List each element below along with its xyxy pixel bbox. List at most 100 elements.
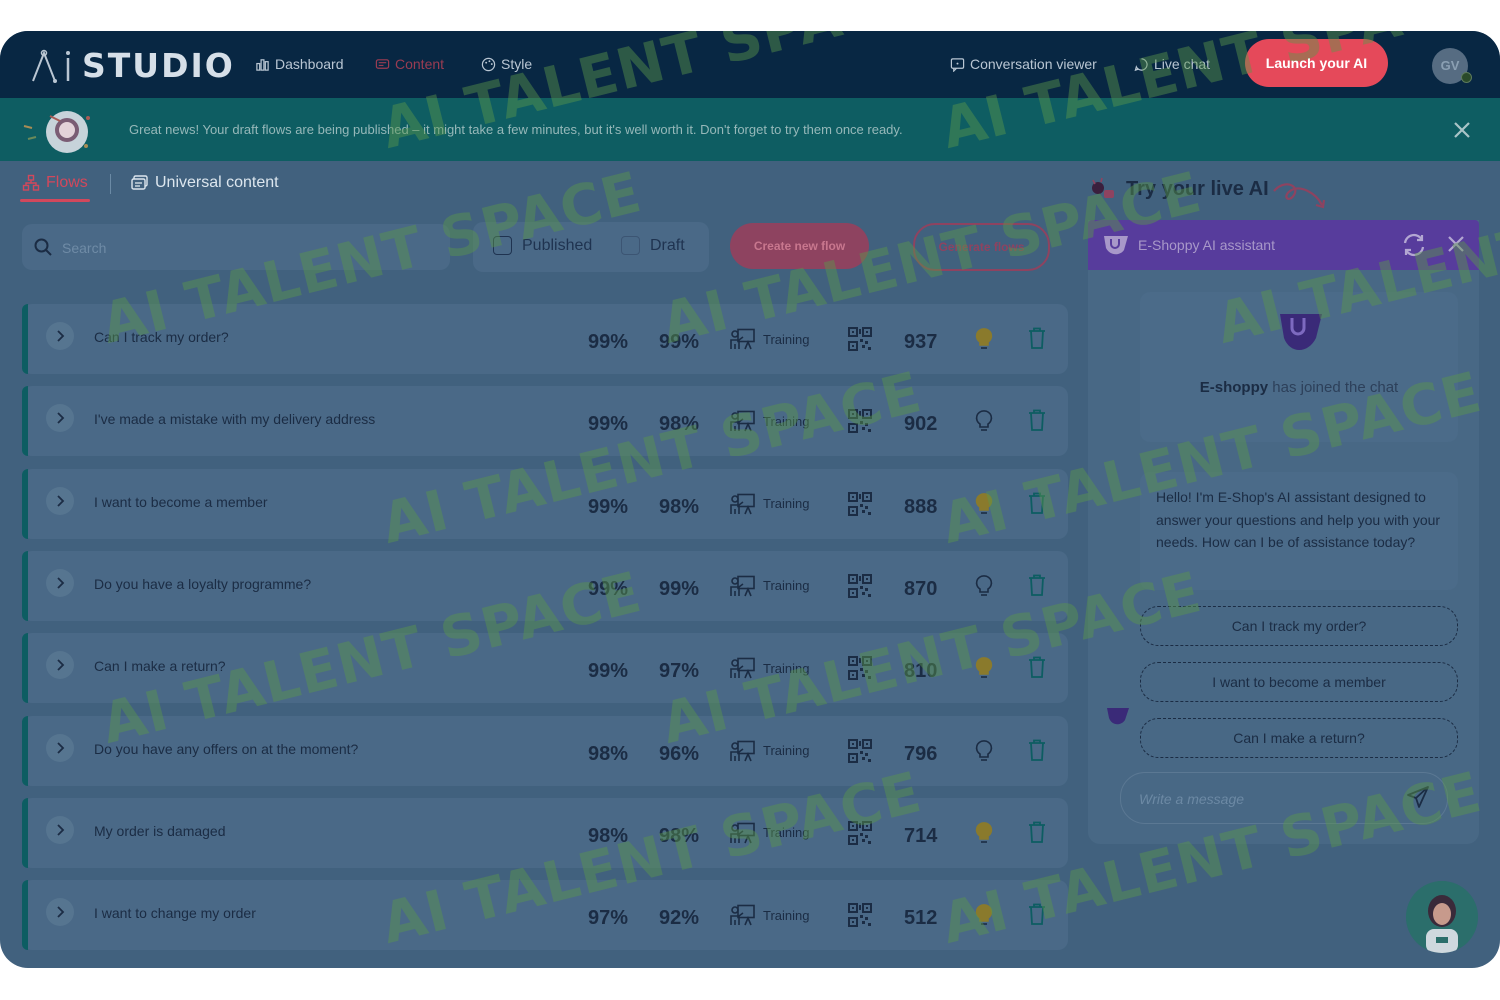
lightbulb-icon[interactable]	[975, 327, 993, 351]
flow-question[interactable]: Can I make a return?	[94, 658, 226, 674]
flow-row[interactable]: I've made a mistake with my delivery add…	[22, 386, 1068, 457]
flow-question[interactable]: I've made a mistake with my delivery add…	[94, 411, 375, 427]
trash-icon[interactable]	[1028, 739, 1046, 761]
flow-row-accent	[22, 715, 28, 786]
flow-question[interactable]: I want to change my order	[94, 905, 256, 921]
trash-icon[interactable]	[1028, 656, 1046, 679]
trash-icon[interactable]	[1028, 821, 1046, 843]
suggestion-chip[interactable]: I want to become a member	[1140, 662, 1458, 702]
qr-code-icon[interactable]	[848, 738, 872, 763]
flow-question[interactable]: Do you have any offers on at the moment?	[94, 741, 358, 757]
training-label: Training	[763, 743, 810, 758]
training-status[interactable]: Training	[730, 575, 809, 597]
chevron-right-icon	[57, 577, 65, 589]
flow-row[interactable]: Do you have any offers on at the moment?…	[22, 715, 1068, 786]
training-status[interactable]: Training	[730, 657, 809, 679]
lightbulb-icon[interactable]	[975, 409, 993, 433]
launch-ai-button[interactable]: Launch your AI	[1245, 39, 1388, 87]
lightbulb-icon[interactable]	[975, 821, 993, 845]
published-checkbox[interactable]: Published	[493, 236, 592, 255]
dashboard-icon	[256, 58, 269, 71]
qr-code-icon[interactable]	[848, 903, 872, 928]
qr-code-icon[interactable]	[848, 327, 872, 351]
qr-code-icon[interactable]	[848, 409, 872, 434]
expand-button[interactable]	[46, 651, 74, 680]
lightbulb-icon[interactable]	[975, 492, 993, 516]
draft-checkbox[interactable]: Draft	[621, 236, 685, 255]
published-checkbox-box[interactable]	[493, 236, 512, 255]
lightbulb-icon[interactable]	[975, 903, 993, 927]
flow-row[interactable]: Can I track my order? 99% 99% Training 9…	[22, 304, 1068, 374]
training-status[interactable]: Training	[730, 410, 809, 432]
trash-icon[interactable]	[1028, 492, 1046, 514]
qr-code-icon[interactable]	[848, 820, 872, 845]
nav-live-chat-label: Live chat	[1154, 56, 1211, 72]
trash-icon[interactable]	[1028, 903, 1046, 925]
join-notice: E-shoppy has joined the chat	[1140, 292, 1458, 442]
expand-button[interactable]	[46, 322, 74, 350]
training-status[interactable]: Training	[730, 740, 809, 762]
refresh-icon[interactable]	[1401, 232, 1427, 258]
chat-widget: E-Shoppy AI assistant E-shoppy has joine…	[1088, 220, 1479, 844]
assistant-launcher-avatar[interactable]	[1406, 881, 1478, 953]
lightbulb-icon[interactable]	[975, 656, 993, 680]
expand-button[interactable]	[46, 568, 74, 597]
join-text: has joined the chat	[1272, 379, 1399, 396]
qr-code-icon[interactable]	[848, 573, 872, 598]
trash-icon[interactable]	[1028, 327, 1046, 349]
training-status[interactable]: Training	[730, 904, 809, 926]
training-status[interactable]: Training	[730, 822, 809, 844]
expand-button[interactable]	[46, 898, 74, 927]
nav-dashboard[interactable]: Dashboard	[255, 56, 344, 72]
expand-button[interactable]	[46, 733, 74, 762]
qr-code-icon[interactable]	[848, 656, 872, 681]
eshoppy-logo-icon	[1280, 314, 1322, 350]
flow-usage-count: 888	[904, 495, 938, 518]
search-field[interactable]	[22, 224, 450, 270]
trash-icon[interactable]	[1028, 409, 1046, 432]
search-input[interactable]	[60, 236, 444, 260]
nav-content[interactable]: Content	[375, 56, 444, 72]
training-status[interactable]: Training	[730, 493, 809, 515]
flow-question[interactable]: My order is damaged	[94, 823, 226, 839]
create-new-flow-button[interactable]: Create new flow	[730, 223, 869, 269]
close-icon[interactable]	[1446, 234, 1466, 254]
send-icon[interactable]	[1406, 785, 1430, 809]
flow-score-primary: 99%	[588, 413, 629, 436]
lightbulb-icon[interactable]	[975, 739, 993, 763]
flow-row[interactable]: My order is damaged 98% 98% Training 714	[22, 797, 1068, 868]
flow-row[interactable]: Do you have a loyalty programme? 99% 99%…	[22, 550, 1068, 621]
flow-row[interactable]: I want to become a member 99% 98% Traini…	[22, 468, 1068, 539]
draft-checkbox-box[interactable]	[621, 236, 640, 255]
expand-button[interactable]	[46, 815, 74, 844]
flow-score-primary: 98%	[588, 824, 629, 847]
flow-row[interactable]: I want to change my order 97% 92% Traini…	[22, 880, 1068, 951]
training-label: Training	[763, 907, 810, 923]
suggestion-chip[interactable]: Can I track my order?	[1140, 606, 1458, 646]
status-filter: Published Draft	[473, 222, 709, 272]
generate-flows-button[interactable]: Generate flows	[913, 223, 1050, 271]
message-input[interactable]	[1137, 787, 1401, 811]
flow-row[interactable]: Can I make a return? 99% 97% Training 81…	[22, 633, 1068, 704]
nav-style[interactable]: Style	[481, 56, 532, 72]
message-composer[interactable]	[1120, 772, 1448, 824]
suggestion-chip[interactable]: Can I make a return?	[1140, 718, 1458, 758]
lightbulb-icon[interactable]	[975, 574, 993, 598]
app-logo[interactable]: STUDIO	[30, 46, 235, 85]
flow-question[interactable]: Can I track my order?	[94, 329, 229, 345]
flow-score-primary: 97%	[588, 907, 629, 930]
trash-icon[interactable]	[1028, 574, 1046, 596]
palette-icon	[481, 57, 496, 71]
tab-flows[interactable]: Flows	[22, 174, 88, 192]
nav-conversation-viewer[interactable]: Conversation viewer	[950, 56, 1097, 72]
flow-question[interactable]: Do you have a loyalty programme?	[94, 576, 311, 592]
qr-code-icon[interactable]	[848, 491, 872, 516]
nav-live-chat[interactable]: Live chat	[1134, 56, 1210, 72]
flow-score-secondary: 98%	[659, 413, 700, 436]
close-icon[interactable]	[1450, 118, 1474, 142]
tab-universal-content[interactable]: Universal content	[131, 174, 279, 192]
expand-button[interactable]	[46, 404, 74, 433]
expand-button[interactable]	[46, 486, 74, 515]
flow-question[interactable]: I want to become a member	[94, 494, 268, 510]
training-status[interactable]: Training	[730, 328, 809, 350]
